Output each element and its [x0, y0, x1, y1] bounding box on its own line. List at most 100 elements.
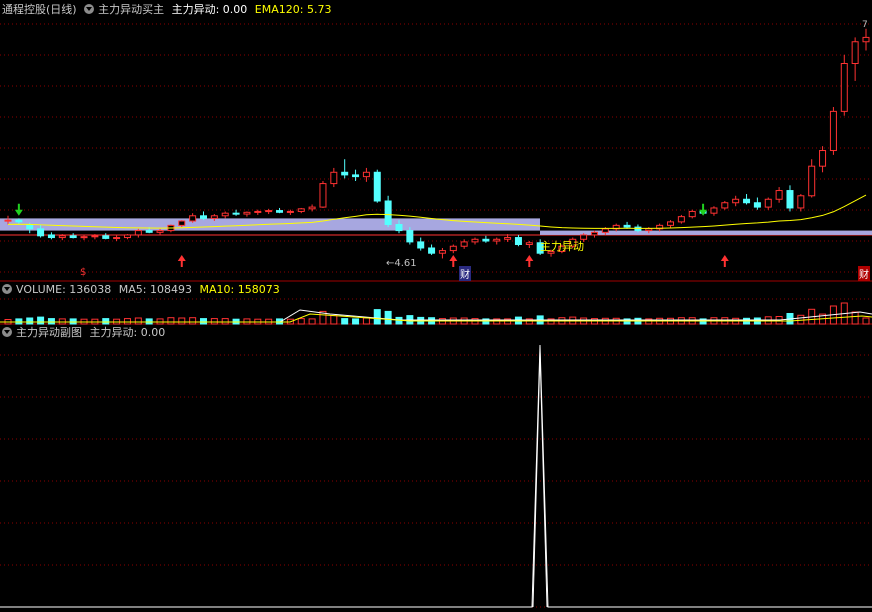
candle-body — [721, 202, 729, 209]
chart-stage — [0, 23, 872, 608]
readout-ema120: EMA120: 5.73 — [254, 3, 332, 16]
low-marker-value: 4.61 — [394, 258, 417, 269]
indicator-name[interactable]: 主力异动买主 — [98, 3, 164, 16]
candle-body — [482, 238, 490, 242]
ma5-readout: MA5: 108493 — [118, 283, 192, 296]
sub-title[interactable]: 主力异动副图 — [16, 326, 82, 339]
readout-zhuli: 主力异动: 0.00 — [171, 3, 248, 16]
volume-bar — [221, 318, 229, 325]
candle-body — [862, 36, 870, 43]
volume-bar — [851, 311, 859, 325]
candle-body — [460, 241, 468, 247]
volume-bar — [373, 309, 381, 325]
candle-body — [471, 238, 479, 243]
sell-arrow — [699, 203, 708, 216]
candle-body — [786, 190, 794, 209]
volume-bar — [167, 317, 175, 325]
candle-body — [590, 231, 598, 236]
buy-arrow — [720, 254, 729, 267]
candle-body — [243, 211, 251, 215]
candle-body — [210, 215, 218, 219]
fin-marker-right[interactable]: 财 — [858, 266, 870, 281]
candle-body — [373, 171, 381, 202]
sub-menu-icon[interactable] — [2, 327, 12, 337]
volume-bar — [26, 317, 34, 325]
volume-menu-icon[interactable] — [2, 284, 12, 294]
candle-body — [753, 202, 761, 208]
sub-readout: 主力异动: 0.00 — [89, 326, 166, 339]
candle-body — [732, 198, 740, 204]
candle-body — [4, 219, 12, 222]
candle-body — [384, 200, 392, 225]
candle-body — [764, 198, 772, 208]
candle-body — [58, 235, 66, 239]
volume-bar — [297, 318, 305, 325]
buy-arrow — [449, 254, 458, 267]
volume-bar — [362, 317, 370, 325]
candle-body — [15, 219, 23, 223]
stock-title[interactable]: 通程控股(日线) — [2, 3, 77, 16]
signal-band — [540, 230, 872, 235]
volume-bar — [58, 318, 66, 325]
main-panel-header: 通程控股(日线) 主力异动买主 主力异动: 0.00 EMA120: 5.73 — [2, 2, 335, 18]
volume-panel-header: VOLUME: 136038 MA5: 108493 MA10: 158073 — [2, 282, 284, 298]
candle-body — [134, 230, 142, 236]
sub-panel-header: 主力异动副图 主力异动: 0.00 — [2, 325, 169, 341]
candle-body — [808, 165, 816, 197]
candle-body — [352, 174, 360, 178]
candle-body — [840, 63, 848, 112]
volume-bar — [37, 316, 45, 325]
volume-bar — [352, 318, 360, 325]
high-marker-label: 7 — [862, 20, 868, 30]
volume-bar — [102, 318, 110, 325]
candle-body — [319, 183, 327, 208]
candle-body — [156, 230, 164, 233]
fin-marker-left[interactable]: $ — [80, 267, 86, 278]
candle-body — [775, 190, 783, 200]
candle-body — [254, 210, 262, 213]
volume-bar — [69, 318, 77, 325]
candle-body — [525, 242, 533, 246]
volume-bar — [384, 310, 392, 325]
candle-body — [102, 235, 110, 239]
candle-body — [677, 216, 685, 223]
candle-body — [26, 223, 34, 230]
candle-body — [276, 210, 284, 213]
candle-body — [330, 171, 338, 185]
low-marker-label: ←4.61 — [386, 258, 417, 269]
indicator-menu-icon[interactable] — [84, 4, 95, 14]
candle-body — [743, 198, 751, 204]
volume-bar — [134, 317, 142, 325]
ma10-readout: MA10: 158073 — [199, 283, 280, 296]
candle-body — [428, 247, 436, 254]
candle-body — [645, 228, 653, 232]
buy-arrow — [525, 254, 534, 267]
candle-body — [286, 210, 294, 213]
fin-marker-mid[interactable]: 财 — [459, 266, 471, 281]
candle-body — [819, 150, 827, 167]
candle-body — [797, 195, 805, 209]
volume-bar — [47, 318, 55, 325]
candle-body — [232, 212, 240, 215]
candle-body — [829, 110, 837, 152]
candle-body — [493, 238, 501, 242]
volume-bar — [145, 318, 153, 325]
candle-body — [80, 236, 88, 239]
candle-body — [710, 207, 718, 214]
candle-body — [514, 237, 522, 246]
candle-body — [297, 208, 305, 212]
candle-body — [145, 230, 153, 233]
candle-body — [395, 223, 403, 232]
volume-bar — [862, 317, 870, 325]
candle-body — [362, 171, 370, 178]
volume-bar — [330, 315, 338, 325]
candle-body — [308, 206, 316, 210]
candle-body — [178, 220, 186, 226]
candle-body — [123, 234, 131, 239]
candle-body — [341, 171, 349, 176]
candle-body — [37, 228, 45, 237]
candle-body — [504, 237, 512, 240]
candle-body — [623, 224, 631, 228]
candle-body — [47, 234, 55, 239]
volume-bar — [308, 318, 316, 325]
